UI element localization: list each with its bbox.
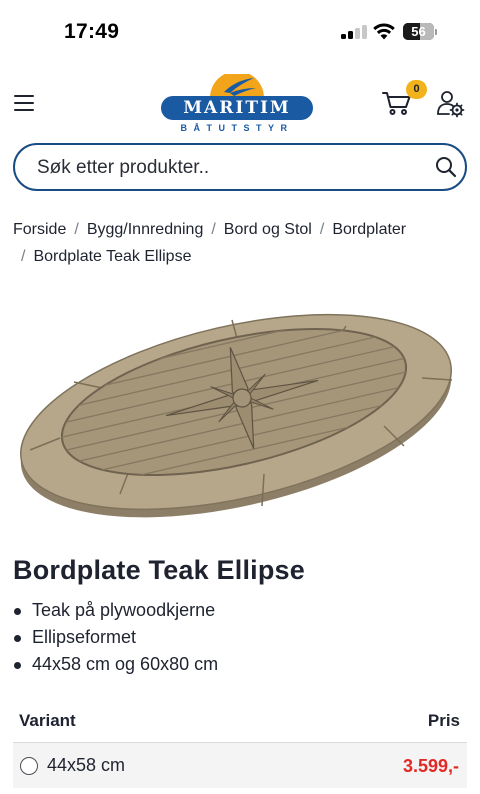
product-image[interactable] <box>12 308 468 524</box>
status-bar: 17:49 56 <box>0 0 480 64</box>
breadcrumb-link-bordplater[interactable]: Bordplater <box>332 221 406 238</box>
cart-count-badge[interactable]: 0 <box>406 80 427 99</box>
breadcrumb-separator: / <box>21 248 26 265</box>
search-icon[interactable] <box>435 156 457 178</box>
breadcrumb: Forside / Bygg/Innredning / Bord og Stol / Bor… <box>13 216 468 270</box>
price-column-header: Pris <box>427 711 460 730</box>
maritim-logo[interactable]: MARITIM BÅTUTSTYR <box>158 74 316 138</box>
breadcrumb-link-bygg-innredning[interactable]: Bygg/Innredning <box>87 221 204 238</box>
variant-row[interactable]: 44x58 cm 3.599,- <box>13 742 467 788</box>
feature-item: 44x58 cm og 60x80 cm <box>13 651 218 678</box>
variant-table-header: Variant Pris <box>13 708 467 742</box>
breadcrumb-separator: / <box>74 221 79 238</box>
search-input[interactable] <box>37 156 417 180</box>
logo-wordmark: MARITIM <box>161 96 313 120</box>
search-bar[interactable] <box>13 143 467 191</box>
breadcrumb-link-bord-og-stol[interactable]: Bord og Stol <box>224 221 312 238</box>
breadcrumb-separator: / <box>319 221 325 238</box>
breadcrumb-link-forside[interactable]: Forside <box>13 221 66 238</box>
variant-column-header: Variant <box>19 711 76 730</box>
status-time: 17:49 <box>64 20 120 43</box>
product-title: Bordplate Teak Ellipse <box>13 555 305 585</box>
battery-nub <box>435 29 437 35</box>
variant-radio-button[interactable] <box>20 757 38 775</box>
cellular-signal-icon <box>341 25 367 39</box>
hamburger-menu-icon[interactable] <box>14 94 34 112</box>
feature-item: Teak på plywoodkjerne <box>13 597 218 624</box>
battery-icon: 56 <box>403 23 434 40</box>
logo-subtext: BÅTUTSTYR <box>180 123 294 133</box>
wifi-icon <box>373 23 395 40</box>
feature-item: Ellipseformet <box>13 624 218 651</box>
variant-name: 44x58 cm <box>47 755 126 775</box>
variant-price: 3.599,- <box>402 756 459 776</box>
battery-level: 56 <box>411 24 426 39</box>
breadcrumb-separator: / <box>211 221 216 238</box>
account-settings-icon[interactable] <box>437 90 465 118</box>
breadcrumb-current: Bordplate Teak Ellipse <box>33 248 192 265</box>
feature-list: Teak på plywoodkjerne Ellipseformet 44x5… <box>13 597 218 678</box>
